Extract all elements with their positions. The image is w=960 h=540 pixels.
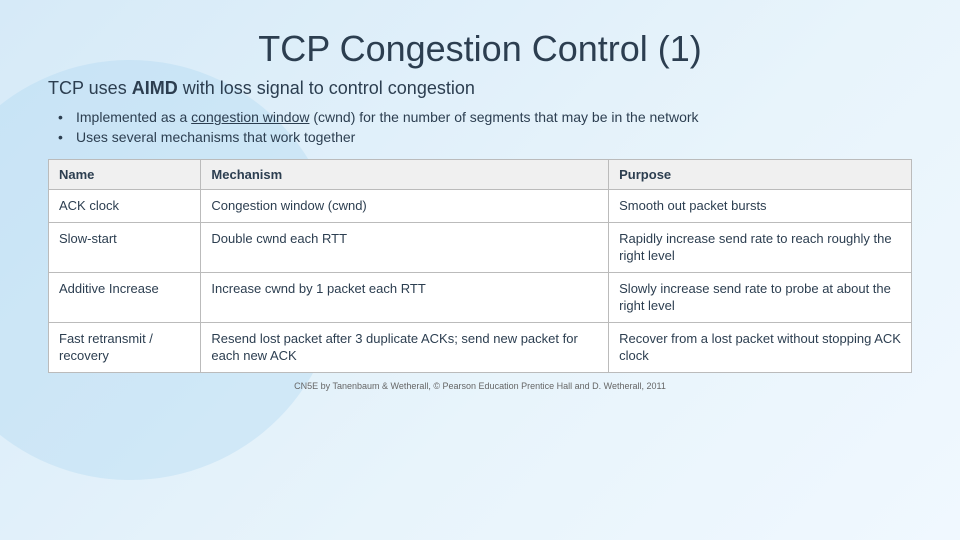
mechanisms-table: Name Mechanism Purpose ACK clock Congest… [48,159,912,373]
table-row: ACK clock Congestion window (cwnd) Smoot… [49,190,912,223]
row-slow-start-name: Slow-start [49,222,201,272]
subtitle-aimd: AIMD [132,78,178,98]
col-header-mechanism: Mechanism [201,160,609,190]
table-row: Additive Increase Increase cwnd by 1 pac… [49,272,912,322]
row-fast-retransmit-name: Fast retransmit / recovery [49,322,201,372]
bullet-item-2: Uses several mechanisms that work togeth… [58,129,912,145]
row-slow-start-purpose: Rapidly increase send rate to reach roug… [609,222,912,272]
row-ack-clock-mechanism: Congestion window (cwnd) [201,190,609,223]
row-fast-retransmit-purpose: Recover from a lost packet without stopp… [609,322,912,372]
bullet-item-1: Implemented as a congestion window (cwnd… [58,109,912,125]
row-additive-purpose: Slowly increase send rate to probe at ab… [609,272,912,322]
subtitle-plain: TCP uses [48,78,132,98]
slide-footer: CN5E by Tanenbaum & Wetherall, © Pearson… [48,381,912,391]
row-ack-clock-purpose: Smooth out packet bursts [609,190,912,223]
row-additive-name: Additive Increase [49,272,201,322]
row-ack-clock-name: ACK clock [49,190,201,223]
slide-title: TCP Congestion Control (1) [48,28,912,70]
subtitle-rest: with loss signal to control congestion [178,78,475,98]
table-header-row: Name Mechanism Purpose [49,160,912,190]
row-fast-retransmit-mechanism: Resend lost packet after 3 duplicate ACK… [201,322,609,372]
row-slow-start-mechanism: Double cwnd each RTT [201,222,609,272]
col-header-name: Name [49,160,201,190]
slide-subtitle: TCP uses AIMD with loss signal to contro… [48,78,912,99]
col-header-purpose: Purpose [609,160,912,190]
slide-content: TCP Congestion Control (1) TCP uses AIMD… [0,0,960,540]
bullet-list: Implemented as a congestion window (cwnd… [48,109,912,145]
table-row: Slow-start Double cwnd each RTT Rapidly … [49,222,912,272]
row-additive-mechanism: Increase cwnd by 1 packet each RTT [201,272,609,322]
table-row: Fast retransmit / recovery Resend lost p… [49,322,912,372]
